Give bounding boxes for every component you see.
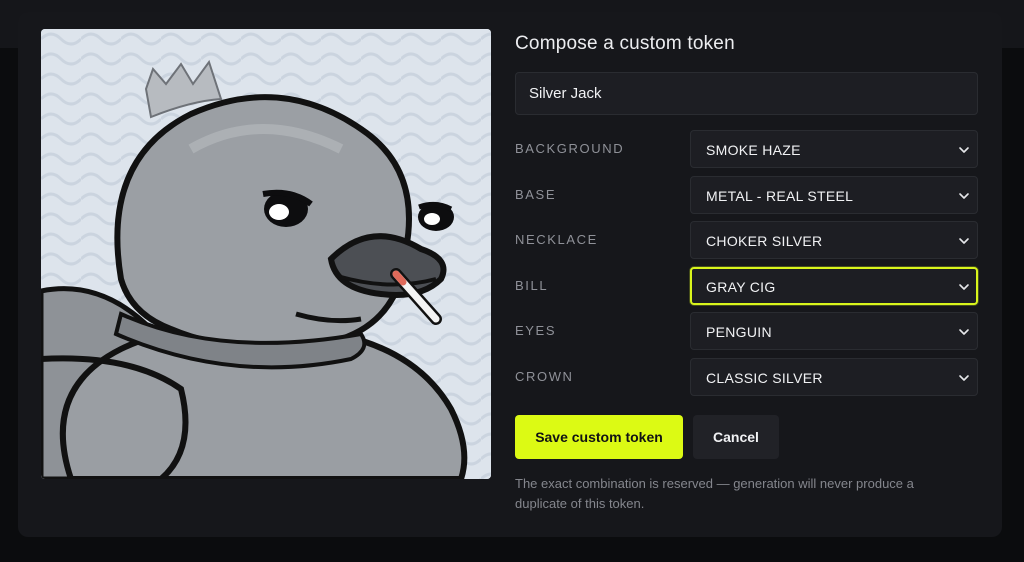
save-custom-token-button[interactable]: Save custom token <box>515 415 683 459</box>
attribute-row-eyes: EYES PENGUIN <box>515 312 978 350</box>
attribute-row-necklace: NECKLACE CHOKER SILVER <box>515 221 978 259</box>
cancel-button[interactable]: Cancel <box>693 415 779 459</box>
base-selected-value: METAL - REAL STEEL <box>706 188 854 204</box>
bill-selected-value: GRAY CIG <box>706 279 776 295</box>
duck-token-image <box>41 29 491 479</box>
crown-selected-value: CLASSIC SILVER <box>706 370 823 386</box>
chevron-down-icon <box>959 329 969 335</box>
eyes-selected-value: PENGUIN <box>706 324 772 340</box>
chevron-down-icon <box>959 147 969 153</box>
chevron-down-icon <box>959 284 969 290</box>
attribute-label-base: BASE <box>515 187 557 202</box>
chevron-down-icon <box>959 193 969 199</box>
eyes-select[interactable]: PENGUIN <box>690 312 978 350</box>
necklace-selected-value: CHOKER SILVER <box>706 233 823 249</box>
attribute-label-bill: BILL <box>515 278 549 293</box>
attribute-row-base: BASE METAL - REAL STEEL <box>515 176 978 214</box>
reservation-note: The exact combination is reserved — gene… <box>515 476 914 511</box>
modal-title: Compose a custom token <box>515 33 735 54</box>
attribute-label-necklace: NECKLACE <box>515 232 598 247</box>
attribute-label-eyes: EYES <box>515 323 557 338</box>
crown-select[interactable]: CLASSIC SILVER <box>690 358 978 396</box>
token-name-input[interactable] <box>515 72 978 115</box>
attribute-row-crown: CROWN CLASSIC SILVER <box>515 358 978 396</box>
attribute-row-background: BACKGROUND SMOKE HAZE <box>515 130 978 168</box>
base-select[interactable]: METAL - REAL STEEL <box>690 176 978 214</box>
background-select[interactable]: SMOKE HAZE <box>690 130 978 168</box>
chevron-down-icon <box>959 375 969 381</box>
necklace-select[interactable]: CHOKER SILVER <box>690 221 978 259</box>
background-selected-value: SMOKE HAZE <box>706 142 801 158</box>
token-preview-image <box>41 29 491 479</box>
chevron-down-icon <box>959 238 969 244</box>
attribute-label-background: BACKGROUND <box>515 141 625 156</box>
attribute-row-bill: BILL GRAY CIG <box>515 267 978 305</box>
bill-select[interactable]: GRAY CIG <box>690 267 978 305</box>
attribute-label-crown: CROWN <box>515 369 574 384</box>
